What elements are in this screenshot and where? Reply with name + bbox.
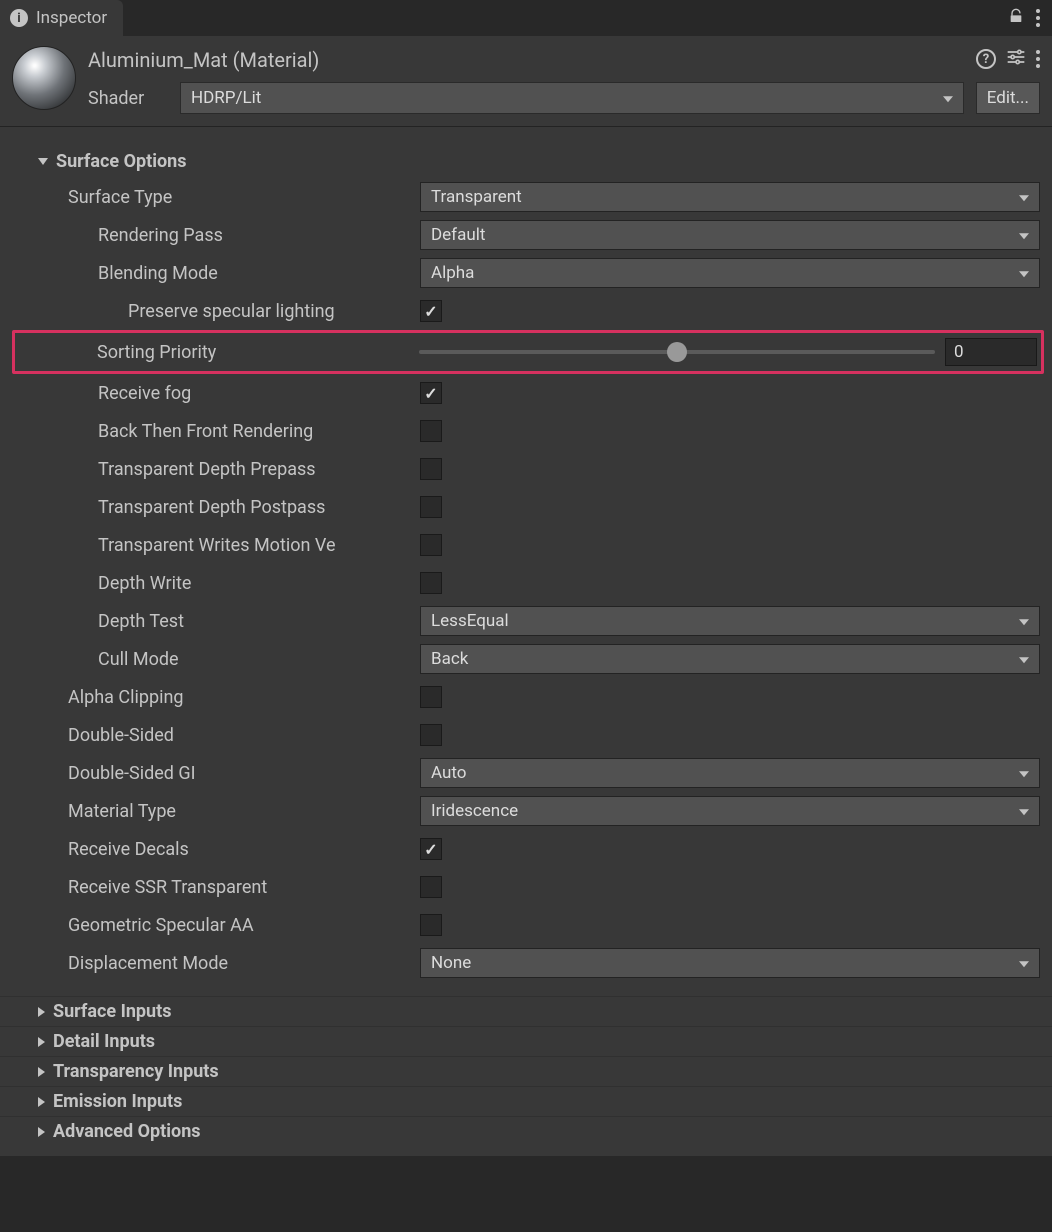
inspector-tab[interactable]: i Inspector xyxy=(0,0,123,36)
dropdown-surface-type[interactable]: Transparent xyxy=(420,182,1040,212)
row-depth-test: Depth Test LessEqual xyxy=(12,602,1040,640)
row-writes-motion: Transparent Writes Motion Ve xyxy=(12,526,1040,564)
header-kebab-icon[interactable] xyxy=(1036,50,1040,68)
dropdown-cull-mode[interactable]: Back xyxy=(420,644,1040,674)
slider-sorting-priority[interactable] xyxy=(419,350,935,354)
lock-icon[interactable] xyxy=(1008,8,1024,28)
foldout-advanced-options[interactable]: Advanced Options xyxy=(0,1116,1052,1146)
section-title: Advanced Options xyxy=(53,1121,201,1142)
row-depth-prepass: Transparent Depth Prepass xyxy=(12,450,1040,488)
row-sorting-priority: Sorting Priority 0 xyxy=(15,335,1037,369)
slider-thumb[interactable] xyxy=(667,342,687,362)
row-surface-type: Surface Type Transparent xyxy=(12,178,1040,216)
highlight-sorting-priority: Sorting Priority 0 xyxy=(12,330,1044,374)
shader-dropdown[interactable]: HDRP/Lit xyxy=(180,82,964,114)
section-surface-options: Surface Options Surface Type Transparent… xyxy=(0,147,1052,996)
section-title: Detail Inputs xyxy=(53,1031,155,1052)
dropdown-blending-mode[interactable]: Alpha xyxy=(420,258,1040,288)
dropdown-material-type[interactable]: Iridescence xyxy=(420,796,1040,826)
dropdown-displacement[interactable]: None xyxy=(420,948,1040,978)
inspector-body: Surface Options Surface Type Transparent… xyxy=(0,127,1052,1156)
foldout-arrow-icon xyxy=(38,1037,45,1047)
shader-label: Shader xyxy=(88,88,168,109)
foldout-arrow-icon xyxy=(38,1127,45,1137)
settings-sliders-icon[interactable] xyxy=(1006,48,1026,70)
row-blending-mode: Blending Mode Alpha xyxy=(12,254,1040,292)
foldout-detail-inputs[interactable]: Detail Inputs xyxy=(0,1026,1052,1056)
row-cull-mode: Cull Mode Back xyxy=(12,640,1040,678)
foldout-transparency-inputs[interactable]: Transparency Inputs xyxy=(0,1056,1052,1086)
row-depth-postpass: Transparent Depth Postpass xyxy=(12,488,1040,526)
row-geometric-aa: Geometric Specular AA xyxy=(12,906,1040,944)
checkbox-geometric-aa[interactable] xyxy=(420,914,442,936)
foldout-arrow-icon xyxy=(38,1067,45,1077)
row-displacement: Displacement Mode None xyxy=(12,944,1040,982)
foldout-emission-inputs[interactable]: Emission Inputs xyxy=(0,1086,1052,1116)
material-title: Aluminium_Mat (Material) xyxy=(88,46,319,72)
row-depth-write: Depth Write xyxy=(12,564,1040,602)
foldout-arrow-icon xyxy=(38,1007,45,1017)
material-preview-sphere[interactable] xyxy=(12,46,76,110)
section-title: Emission Inputs xyxy=(53,1091,182,1112)
foldout-arrow-icon xyxy=(38,158,48,165)
row-preserve-specular: Preserve specular lighting xyxy=(12,292,1040,330)
checkbox-depth-postpass[interactable] xyxy=(420,496,442,518)
tab-label: Inspector xyxy=(36,8,107,28)
info-icon: i xyxy=(10,9,28,27)
dropdown-rendering-pass[interactable]: Default xyxy=(420,220,1040,250)
checkbox-depth-write[interactable] xyxy=(420,572,442,594)
help-icon[interactable]: ? xyxy=(976,49,996,69)
foldout-surface-options[interactable]: Surface Options xyxy=(0,147,1052,176)
row-back-then-front: Back Then Front Rendering xyxy=(12,412,1040,450)
row-double-sided: Double-Sided xyxy=(12,716,1040,754)
edit-button[interactable]: Edit... xyxy=(976,82,1040,114)
row-receive-decals: Receive Decals xyxy=(12,830,1040,868)
number-field-sorting-priority[interactable]: 0 xyxy=(945,338,1037,366)
checkbox-receive-ssr[interactable] xyxy=(420,876,442,898)
checkbox-receive-decals[interactable] xyxy=(420,838,442,860)
section-title: Transparency Inputs xyxy=(53,1061,219,1082)
checkbox-alpha-clipping[interactable] xyxy=(420,686,442,708)
row-alpha-clipping: Alpha Clipping xyxy=(12,678,1040,716)
checkbox-depth-prepass[interactable] xyxy=(420,458,442,480)
checkbox-receive-fog[interactable] xyxy=(420,382,442,404)
row-rendering-pass: Rendering Pass Default xyxy=(12,216,1040,254)
kebab-menu-icon[interactable] xyxy=(1036,9,1040,27)
row-material-type: Material Type Iridescence xyxy=(12,792,1040,830)
foldout-surface-inputs[interactable]: Surface Inputs xyxy=(0,996,1052,1026)
section-title: Surface Inputs xyxy=(53,1001,171,1022)
tab-bar: i Inspector xyxy=(0,0,1052,36)
row-receive-ssr: Receive SSR Transparent xyxy=(12,868,1040,906)
material-header: Aluminium_Mat (Material) ? Shader HDRP/L… xyxy=(0,36,1052,127)
dropdown-double-sided-gi[interactable]: Auto xyxy=(420,758,1040,788)
checkbox-double-sided[interactable] xyxy=(420,724,442,746)
dropdown-depth-test[interactable]: LessEqual xyxy=(420,606,1040,636)
section-title: Surface Options xyxy=(56,151,186,172)
row-receive-fog: Receive fog xyxy=(12,374,1040,412)
row-double-sided-gi: Double-Sided GI Auto xyxy=(12,754,1040,792)
checkbox-back-then-front[interactable] xyxy=(420,420,442,442)
checkbox-preserve-specular[interactable] xyxy=(420,300,442,322)
foldout-arrow-icon xyxy=(38,1097,45,1107)
checkbox-writes-motion[interactable] xyxy=(420,534,442,556)
